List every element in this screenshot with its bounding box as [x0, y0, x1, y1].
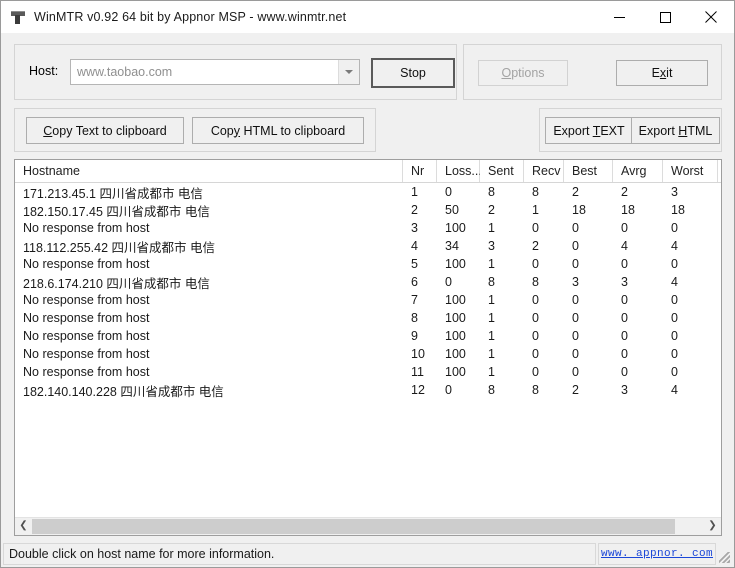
exit-label-post: it [666, 66, 673, 80]
appnor-link[interactable]: www. appnor. com [601, 548, 713, 560]
cell-hostname: 218.6.174.210 四川省成都市 电信 [23, 276, 210, 291]
chevron-right-icon[interactable]: ❯ [704, 518, 721, 534]
copy-html-button[interactable]: Copy HTML to clipboard [192, 117, 364, 144]
cell-worst: 0 [671, 257, 678, 271]
copy-html-rest: HTML to clipboard [240, 123, 346, 138]
column-header-sent[interactable]: Sent [480, 160, 524, 182]
maximize-icon[interactable] [642, 1, 688, 33]
cell-hostname: 182.150.17.45 四川省成都市 电信 [23, 204, 210, 219]
table-row[interactable]: 218.6.174.210 四川省成都市 电信 6 0 8 8 3 3 4 [15, 273, 721, 291]
copy-group: Copy Text to clipboard Copy HTML to clip… [14, 108, 376, 152]
trace-route-listview: Hostname Nr Loss... Sent Recv Best Avrg Worst 1… [14, 159, 722, 536]
cell-worst: 0 [671, 311, 678, 325]
winmtr-app-icon [10, 9, 26, 25]
column-header-worst[interactable]: Worst [663, 160, 718, 182]
resize-grip-icon[interactable] [716, 543, 732, 565]
scrollbar-thumb[interactable] [32, 519, 675, 534]
cell-hostname: No response from host [23, 347, 150, 361]
table-header-row: Hostname Nr Loss... Sent Recv Best Avrg Worst [15, 160, 721, 183]
cell-worst: 4 [671, 239, 678, 253]
cell-hostname: No response from host [23, 257, 150, 271]
column-header-avrg[interactable]: Avrg [613, 160, 663, 182]
host-input-value: www.taobao.com [77, 65, 173, 79]
column-header-best[interactable]: Best [564, 160, 613, 182]
table-row[interactable]: No response from host 8 100 1 0 0 0 0 [15, 309, 721, 327]
cell-hostname: No response from host [23, 221, 150, 235]
title-bar[interactable]: WinMTR v0.92 64 bit by Appnor MSP - www.… [1, 1, 734, 33]
minimize-icon[interactable] [596, 1, 642, 33]
cell-worst: 0 [671, 221, 678, 235]
cell-hostname: No response from host [23, 329, 150, 343]
export-html-pre: Export [638, 123, 679, 138]
export-html-button[interactable]: Export HTML [631, 117, 720, 144]
table-row[interactable]: 171.213.45.1 四川省成都市 电信 1 0 8 8 2 2 3 [15, 183, 721, 201]
copy-text-rest: opy Text to clipboard [52, 123, 167, 138]
table-row[interactable]: 182.140.140.228 四川省成都市 电信 12 0 8 8 2 3 4 [15, 381, 721, 399]
winmtr-window: WinMTR v0.92 64 bit by Appnor MSP - www.… [0, 0, 735, 568]
export-text-rest: EXT [600, 123, 625, 138]
table-row[interactable]: No response from host 5 100 1 0 0 0 0 [15, 255, 721, 273]
table-row[interactable]: 182.150.17.45 四川省成都市 电信 2 50 2 1 18 18 18 [15, 201, 721, 219]
cell-worst: 0 [671, 329, 678, 343]
table-row[interactable]: No response from host 3 100 1 0 0 0 0 [15, 219, 721, 237]
options-button[interactable]: Options [478, 60, 568, 86]
cell-hostname: 118.112.255.42 四川省成都市 电信 [23, 240, 215, 255]
status-link-pane[interactable]: www. appnor. com [598, 543, 716, 565]
chevron-left-icon[interactable]: ❮ [15, 518, 32, 534]
export-html-rest: TML [687, 123, 713, 138]
cell-hostname: 182.140.140.228 四川省成都市 电信 [23, 384, 224, 399]
column-header-nr[interactable]: Nr [403, 160, 437, 182]
table-row[interactable]: No response from host 9 100 1 0 0 0 0 [15, 327, 721, 345]
copy-text-accel: C [43, 123, 53, 138]
window-controls [596, 1, 734, 33]
window-title: WinMTR v0.92 64 bit by Appnor MSP - www.… [34, 10, 347, 24]
cell-hostname: No response from host [23, 293, 150, 307]
column-header-recv[interactable]: Recv [524, 160, 564, 182]
exit-label-pre: E [651, 66, 660, 80]
horizontal-scrollbar[interactable]: ❮ ❯ [15, 517, 721, 535]
status-hint: Double click on host name for more infor… [3, 543, 596, 565]
cell-worst: 0 [671, 347, 678, 361]
host-input[interactable]: www.taobao.com [70, 59, 360, 85]
table-body: 171.213.45.1 四川省成都市 电信 1 0 8 8 2 2 3 182.150.17.… [15, 183, 721, 535]
cell-worst: 4 [671, 383, 678, 397]
exit-button[interactable]: Exit [616, 60, 708, 86]
column-header-hostname[interactable]: Hostname [15, 160, 403, 182]
status-bar: Double click on host name for more infor… [3, 543, 732, 565]
close-icon[interactable] [688, 1, 734, 33]
cell-worst: 0 [671, 293, 678, 307]
cell-worst: 18 [671, 203, 685, 217]
cell-hostname: No response from host [23, 365, 150, 379]
options-accel: O [501, 66, 512, 80]
table-row[interactable]: No response from host 11 100 1 0 0 0 0 [15, 363, 721, 381]
table-row[interactable]: 118.112.255.42 四川省成都市 电信 4 34 3 2 0 4 4 [15, 237, 721, 255]
cell-worst: 3 [671, 185, 678, 199]
export-text-pre: Export [553, 123, 593, 138]
stop-button[interactable]: Stop [371, 58, 455, 88]
column-header-last[interactable] [718, 160, 721, 182]
export-group: Export TEXT Export HTML [539, 108, 722, 152]
options-label-rest: ptions [511, 66, 545, 80]
export-text-button[interactable]: Export TEXT [545, 117, 633, 144]
export-html-accel: H [678, 123, 688, 138]
options-group: Options Exit [463, 44, 722, 100]
copy-html-pre: Cop [210, 123, 234, 138]
chevron-down-icon[interactable] [338, 60, 359, 84]
cell-hostname: No response from host [23, 311, 150, 325]
host-label: Host: [29, 64, 59, 78]
column-header-loss[interactable]: Loss... [437, 160, 482, 182]
copy-text-button[interactable]: Copy Text to clipboard [26, 117, 184, 144]
cell-worst: 0 [671, 365, 678, 379]
table-row[interactable]: No response from host 7 100 1 0 0 0 0 [15, 291, 721, 309]
host-group: Host: www.taobao.com Stop [14, 44, 457, 100]
cell-worst: 4 [671, 275, 678, 289]
cell-hostname: 171.213.45.1 四川省成都市 电信 [23, 186, 203, 201]
table-row[interactable]: No response from host 10 100 1 0 0 0 0 [15, 345, 721, 363]
